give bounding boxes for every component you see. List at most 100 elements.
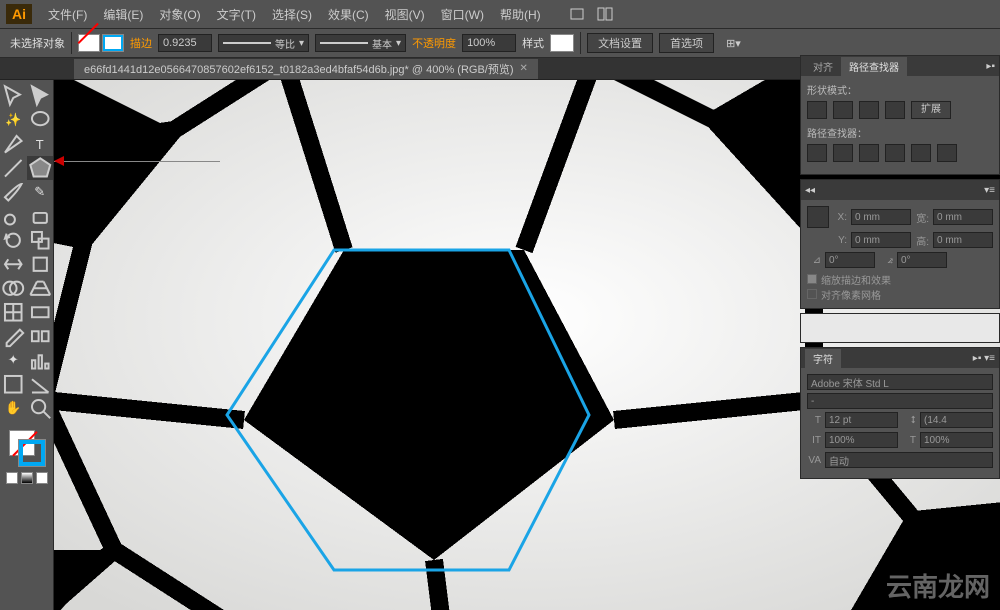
menu-effect[interactable]: 效果(C) xyxy=(320,6,377,23)
eraser-tool[interactable] xyxy=(27,204,54,228)
divide-button[interactable] xyxy=(807,144,827,162)
reference-point-icon[interactable] xyxy=(807,206,829,228)
character-tab[interactable]: 字符 xyxy=(805,349,841,368)
none-mode-swatch[interactable] xyxy=(36,472,48,484)
gradient-mode-swatch[interactable] xyxy=(21,472,33,484)
hscale-input[interactable]: 100% xyxy=(920,432,993,448)
fill-stroke-indicator[interactable] xyxy=(0,426,53,488)
lasso-tool[interactable] xyxy=(27,108,54,132)
menu-help[interactable]: 帮助(H) xyxy=(492,6,549,23)
free-transform-tool[interactable] xyxy=(27,252,54,276)
minus-back-button[interactable] xyxy=(937,144,957,162)
paintbrush-tool[interactable] xyxy=(0,180,27,204)
opacity-input[interactable]: 100% xyxy=(462,34,516,52)
shear-input[interactable]: 0° xyxy=(897,252,947,268)
brush-select[interactable]: 基本▾ xyxy=(315,34,406,52)
width-input[interactable]: 0 mm xyxy=(933,209,993,225)
menu-window[interactable]: 窗口(W) xyxy=(433,6,492,23)
blob-brush-tool[interactable] xyxy=(0,204,27,228)
fill-stroke-swatches[interactable] xyxy=(78,34,124,52)
align-tab[interactable]: 对齐 xyxy=(805,57,841,76)
style-swatch[interactable] xyxy=(550,34,574,52)
bridge-icon[interactable] xyxy=(569,6,585,22)
leading-input[interactable]: (14.4 xyxy=(920,412,993,428)
rotate-input[interactable]: 0° xyxy=(825,252,875,268)
document-tab[interactable]: e66fd1441d12e0566470857602ef6152_t0182a3… xyxy=(74,59,538,79)
slice-tool[interactable] xyxy=(27,372,54,396)
style-label: 样式 xyxy=(522,35,544,51)
menu-view[interactable]: 视图(V) xyxy=(377,6,433,23)
close-icon[interactable]: ✕ xyxy=(520,63,528,74)
vscale-input[interactable]: 100% xyxy=(825,432,898,448)
pen-tool[interactable] xyxy=(0,132,27,156)
shape-modes-label: 形状模式： xyxy=(807,82,993,97)
mesh-tool[interactable] xyxy=(0,300,27,324)
artboard-tool[interactable] xyxy=(0,372,27,396)
scale-tool[interactable] xyxy=(27,228,54,252)
exclude-button[interactable] xyxy=(885,101,905,119)
align-icon[interactable]: ⊞▾ xyxy=(726,37,741,50)
basic-label: 基本 xyxy=(372,36,392,51)
menu-file[interactable]: 文件(F) xyxy=(40,6,95,23)
stroke-indicator[interactable] xyxy=(19,440,45,466)
merge-button[interactable] xyxy=(859,144,879,162)
selection-tool[interactable] xyxy=(0,84,27,108)
font-style-select[interactable]: - xyxy=(807,393,993,409)
magic-wand-tool[interactable]: ✨ xyxy=(0,108,27,132)
menu-select[interactable]: 选择(S) xyxy=(264,6,320,23)
outline-button[interactable] xyxy=(911,144,931,162)
stroke-profile-select[interactable]: 等比▾ xyxy=(218,34,309,52)
font-family-select[interactable]: Adobe 宋体 Std L xyxy=(807,374,993,390)
selection-status: 未选择对象 xyxy=(10,35,65,51)
direct-selection-tool[interactable] xyxy=(27,84,54,108)
crop-button[interactable] xyxy=(885,144,905,162)
x-input[interactable]: 0 mm xyxy=(851,209,911,225)
fill-swatch[interactable] xyxy=(78,34,100,52)
kerning-input[interactable]: 自动 xyxy=(825,452,993,468)
color-mode-swatch[interactable] xyxy=(6,472,18,484)
font-size-input[interactable]: 12 pt xyxy=(825,412,898,428)
separator xyxy=(71,32,72,54)
unite-button[interactable] xyxy=(807,101,827,119)
type-tool[interactable]: T xyxy=(27,132,54,156)
panel-menu-icon[interactable]: ▸▪ xyxy=(986,61,995,72)
width-tool[interactable] xyxy=(0,252,27,276)
pathfinder-tab[interactable]: 路径查找器 xyxy=(841,57,907,76)
line-tool[interactable] xyxy=(0,156,27,180)
perspective-grid-tool[interactable] xyxy=(27,276,54,300)
minus-front-button[interactable] xyxy=(833,101,853,119)
panel-menu-icon[interactable]: ▾≡ xyxy=(984,185,995,196)
annotation-arrowhead xyxy=(54,156,64,166)
align-pixel-checkbox[interactable] xyxy=(807,289,817,299)
polygon-tool[interactable] xyxy=(27,156,54,180)
panel-menu-icon[interactable]: ▸▪ ▾≡ xyxy=(973,353,995,364)
opacity-label[interactable]: 不透明度 xyxy=(412,35,456,51)
menu-edit[interactable]: 编辑(E) xyxy=(95,6,151,23)
stroke-label[interactable]: 描边 xyxy=(130,35,152,51)
arrange-icon[interactable] xyxy=(597,6,613,22)
pencil-tool[interactable]: ✎ xyxy=(27,180,54,204)
gradient-tool[interactable] xyxy=(27,300,54,324)
pathfinder-panel: 对齐 路径查找器 ▸▪ 形状模式： 扩展 路径查找器： xyxy=(800,55,1000,175)
height-input[interactable]: 0 mm xyxy=(933,232,993,248)
document-setup-button[interactable]: 文档设置 xyxy=(587,33,653,53)
stroke-weight-input[interactable]: 0.9235 xyxy=(158,34,212,52)
menu-object[interactable]: 对象(O) xyxy=(151,6,208,23)
panel-collapse-icon[interactable]: ◂◂ xyxy=(805,185,815,196)
scale-strokes-checkbox[interactable] xyxy=(807,274,817,284)
zoom-tool[interactable] xyxy=(27,396,54,420)
trim-button[interactable] xyxy=(833,144,853,162)
shape-builder-tool[interactable] xyxy=(0,276,27,300)
expand-button[interactable]: 扩展 xyxy=(911,101,951,119)
symbol-sprayer-tool[interactable]: ✦ xyxy=(0,348,27,372)
column-graph-tool[interactable] xyxy=(27,348,54,372)
intersect-button[interactable] xyxy=(859,101,879,119)
y-input[interactable]: 0 mm xyxy=(851,232,911,248)
menu-type[interactable]: 文字(T) xyxy=(209,6,264,23)
rotate-tool[interactable] xyxy=(0,228,27,252)
stroke-swatch[interactable] xyxy=(102,34,124,52)
blend-tool[interactable] xyxy=(27,324,54,348)
eyedropper-tool[interactable] xyxy=(0,324,27,348)
hand-tool[interactable]: ✋ xyxy=(0,396,27,420)
preferences-button[interactable]: 首选项 xyxy=(659,33,714,53)
